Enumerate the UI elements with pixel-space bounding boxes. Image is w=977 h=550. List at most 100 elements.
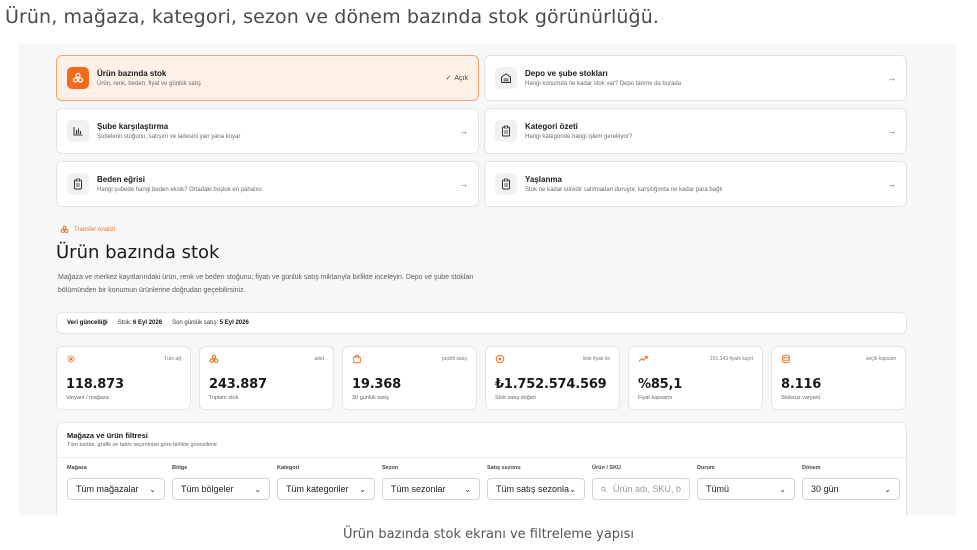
nav-card-yaslanma[interactable]: Yaşlanma Stok ne kadar süredir satılmada… (484, 161, 907, 207)
nav-card-beden-egrisi[interactable]: Beden eğrisi Hangi şubede hangi beden ek… (56, 161, 479, 207)
stat-card-stoksuz: seçili kapsam 8.116 Stoksuz varyant (771, 346, 906, 410)
stat-label: 30 günlük satış (352, 395, 389, 401)
nav-title: Yaşlanma (525, 174, 562, 184)
stack-icon (60, 225, 69, 233)
clipboard-icon (67, 173, 89, 195)
arrow-right-icon: → (887, 179, 896, 189)
nav-desc: Stok ne kadar süredir satılmadan duruyor… (525, 186, 723, 193)
stat-label: Toplam stok (209, 395, 239, 401)
nav-title: Şube karşılaştırma (97, 121, 169, 131)
stat-card-fiyat-kapsami: 101.143 fiyatlı kayıt %85,1 Fiyat kapsam… (628, 346, 763, 410)
stat-value: 8.116 (781, 377, 822, 392)
section-title: Ürün bazında stok (56, 242, 220, 263)
section-description: Mağaza ve merkez kayıtlarındaki ürün, re… (58, 274, 474, 294)
nav-card-sube-karsilastirma[interactable]: Şube karşılaştırma Şubelerin stoğunu, sa… (56, 108, 479, 154)
status-select[interactable]: Tümü ⌄ (697, 478, 795, 500)
nav-card-kategori-ozeti[interactable]: Kategori özeti Hangi kategoride hangi iş… (484, 108, 907, 154)
bar-chart-icon (67, 120, 89, 142)
chevron-down-icon: ⌄ (359, 484, 366, 494)
sales-season-select[interactable]: Tüm satış sezonla ⌄ (487, 478, 585, 500)
data-freshness-bar: Veri güncelliği Stok: 6 Eyl 2026 Son gün… (56, 312, 907, 334)
chevron-down-icon: ⌄ (884, 484, 891, 494)
field-magaza: Mağaza Tüm mağazalar ⌄ (67, 465, 165, 500)
stack-icon (67, 67, 89, 89)
network-icon (66, 354, 76, 364)
clipboard-icon (495, 120, 517, 142)
stat-note: Tüm ağ (164, 356, 181, 362)
stat-value: ₺1.752.574.569 (495, 377, 607, 392)
field-label: Satış sezonu (487, 465, 521, 471)
field-sezon: Sezon Tüm sezonlar ⌄ (382, 465, 480, 500)
stat-label: Stok satış değeri (495, 395, 536, 401)
region-select[interactable]: Tüm bölgeler ⌄ (172, 478, 270, 500)
chevron-down-icon: ⌄ (464, 484, 471, 494)
nav-desc: Hangi konumda ne kadar stok var? Depo ta… (525, 80, 682, 87)
field-satis-sezonu: Satış sezonu Tüm satış sezonla ⌄ (487, 465, 585, 500)
filter-subtitle: Tüm kartlar, grafik ve tablo seçiminize … (67, 442, 219, 448)
stack-icon (209, 354, 219, 363)
field-kategori: Kategori Tüm kategoriler ⌄ (277, 465, 375, 500)
field-durum: Durum Tümü ⌄ (697, 465, 795, 500)
figure-caption: Ürün bazında stok ekranı ve filtreleme y… (342, 527, 635, 542)
stat-value: 19.368 (352, 377, 401, 392)
field-label: Dönem (802, 465, 821, 471)
search-icon (601, 486, 607, 492)
stat-cards: Tüm ağ 118.873 Varyant / mağaza adet 243… (56, 346, 907, 410)
nav-title: Ürün bazında stok (97, 68, 167, 78)
divider (57, 457, 906, 458)
arrow-right-icon: → (459, 179, 468, 189)
field-label: Bölge (172, 465, 188, 471)
stat-note: 101.143 fiyatlı kayıt (709, 356, 753, 362)
stat-note: liste fiyatı ile (582, 356, 610, 362)
stat-value: 118.873 (66, 377, 124, 392)
stat-value: 243.887 (209, 377, 267, 392)
trend-icon (638, 356, 648, 362)
chevron-down-icon: ⌄ (569, 484, 576, 494)
stat-note: pozitif satış (441, 356, 467, 362)
nav-desc: Hangi kategoride hangi işlem gerekiyor? (525, 133, 633, 140)
bag-icon (353, 354, 361, 364)
arrow-right-icon: → (887, 73, 896, 83)
arrow-right-icon: → (887, 126, 896, 136)
nav-desc: Şubelerin stoğunu, satışını ve iadesini … (97, 133, 241, 140)
section-tag: Transfer Analizi (60, 225, 115, 234)
stat-card-satis: pozitif satış 19.368 30 günlük satış (342, 346, 477, 410)
filter-title: Mağaza ve ürün filtresi (67, 431, 148, 440)
store-select[interactable]: Tüm mağazalar ⌄ (67, 478, 165, 500)
product-search-input[interactable]: Ürün adı, SKU, b (592, 478, 690, 500)
chevron-down-icon: ⌄ (254, 484, 261, 494)
stat-note: seçili kapsam (865, 356, 896, 362)
stat-card-satis-degeri: liste fiyatı ile ₺1.752.574.569 Stok sat… (485, 346, 620, 410)
warehouse-icon (495, 67, 517, 89)
stat-card-toplam-stok: adet 243.887 Toplam stok (199, 346, 334, 410)
stock-date: Stok: 6 Eyl 2026 (117, 320, 163, 326)
field-donem: Dönem 30 gün ⌄ (802, 465, 900, 500)
stat-value: %85,1 (638, 377, 683, 392)
nav-status: Açık (454, 74, 468, 82)
period-select[interactable]: 30 gün ⌄ (802, 478, 900, 500)
nav-title: Depo ve şube stokları (525, 68, 608, 78)
nav-card-urun-bazinda-stok[interactable]: Ürün bazında stok Ürün, renk, beden; fiy… (56, 55, 479, 101)
stat-card-varyant: Tüm ağ 118.873 Varyant / mağaza (56, 346, 191, 410)
field-label: Kategori (277, 465, 300, 471)
coin-icon (495, 354, 505, 364)
field-urun-sku: Ürün / SKU Ürün adı, SKU, b (592, 465, 690, 500)
field-label: Durum (697, 465, 715, 471)
sales-date: Son günlük satış: 5 Eyl 2026 (172, 320, 249, 326)
stat-label: Stoksuz varyant (781, 395, 821, 401)
field-label: Sezon (382, 465, 399, 471)
season-select[interactable]: Tüm sezonlar ⌄ (382, 478, 480, 500)
nav-card-depo-sube[interactable]: Depo ve şube stokları Hangi konumda ne k… (484, 55, 907, 101)
nav-title: Kategori özeti (525, 121, 578, 131)
stat-label: Fiyat kapsamı (638, 395, 673, 401)
nav-grid: Ürün bazında stok Ürün, renk, beden; fiy… (56, 55, 907, 207)
nav-title: Beden eğrisi (97, 174, 146, 184)
database-icon (782, 354, 790, 364)
clipboard-icon (495, 173, 517, 195)
field-label: Mağaza (67, 465, 87, 471)
freshness-label: Veri güncelliği (67, 320, 108, 326)
category-select[interactable]: Tüm kategoriler ⌄ (277, 478, 375, 500)
check-icon: ✓ (445, 75, 452, 82)
search-placeholder: Ürün adı, SKU, b (612, 484, 681, 494)
page-heading: Ürün, mağaza, kategori, sezon ve dönem b… (5, 6, 659, 28)
